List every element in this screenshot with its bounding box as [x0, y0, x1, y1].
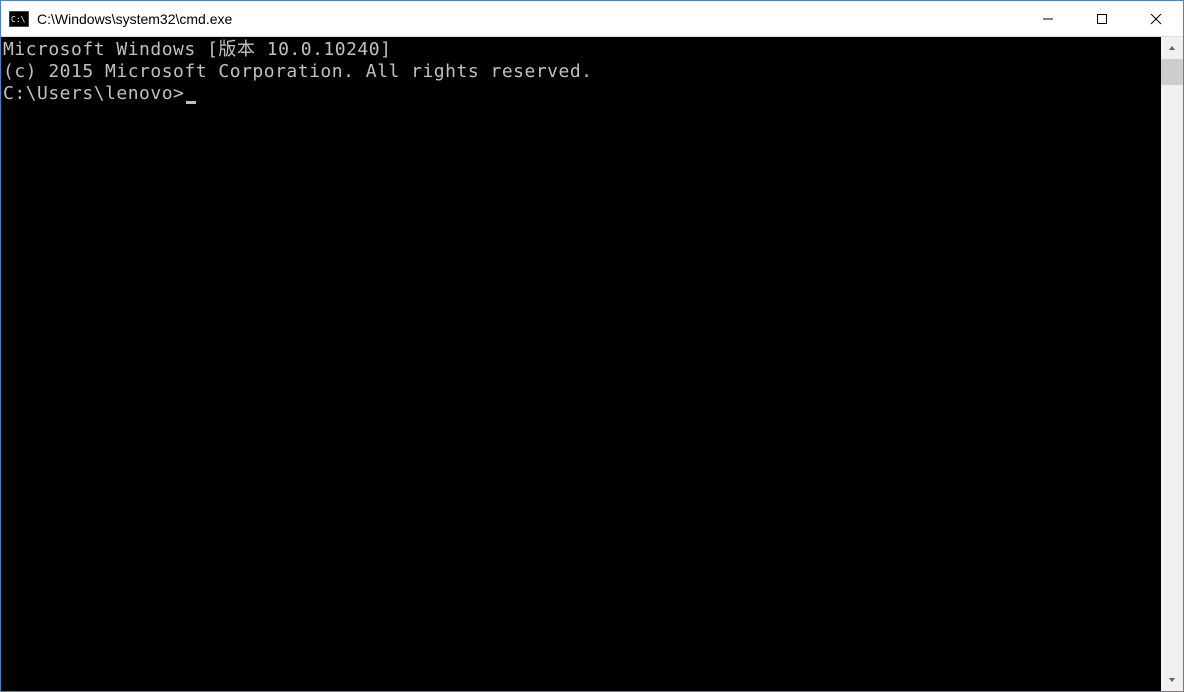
console-content[interactable]: Microsoft Windows [版本 10.0.10240](c) 201… — [1, 37, 1161, 691]
console-line-version: Microsoft Windows [版本 10.0.10240] — [3, 39, 1159, 61]
vertical-scrollbar[interactable] — [1161, 37, 1183, 691]
close-button[interactable] — [1129, 1, 1183, 36]
maximize-button[interactable] — [1075, 1, 1129, 36]
svg-text:C:\: C:\ — [11, 15, 26, 24]
scroll-up-button[interactable] — [1161, 37, 1183, 59]
scroll-track[interactable] — [1161, 59, 1183, 669]
window-controls — [1021, 1, 1183, 36]
cmd-icon: C:\ — [9, 11, 29, 27]
console-line-copyright: (c) 2015 Microsoft Corporation. All righ… — [3, 61, 1159, 83]
scroll-thumb[interactable] — [1161, 59, 1183, 85]
scroll-down-button[interactable] — [1161, 669, 1183, 691]
console-prompt-line: C:\Users\lenovo> — [3, 83, 1159, 105]
console-area: Microsoft Windows [版本 10.0.10240](c) 201… — [1, 37, 1183, 691]
window-title: C:\Windows\system32\cmd.exe — [37, 11, 1021, 27]
titlebar[interactable]: C:\ C:\Windows\system32\cmd.exe — [1, 1, 1183, 37]
cmd-window: C:\ C:\Windows\system32\cmd.exe — [0, 0, 1184, 692]
minimize-button[interactable] — [1021, 1, 1075, 36]
cursor — [186, 101, 196, 104]
console-prompt: C:\Users\lenovo> — [3, 83, 184, 105]
